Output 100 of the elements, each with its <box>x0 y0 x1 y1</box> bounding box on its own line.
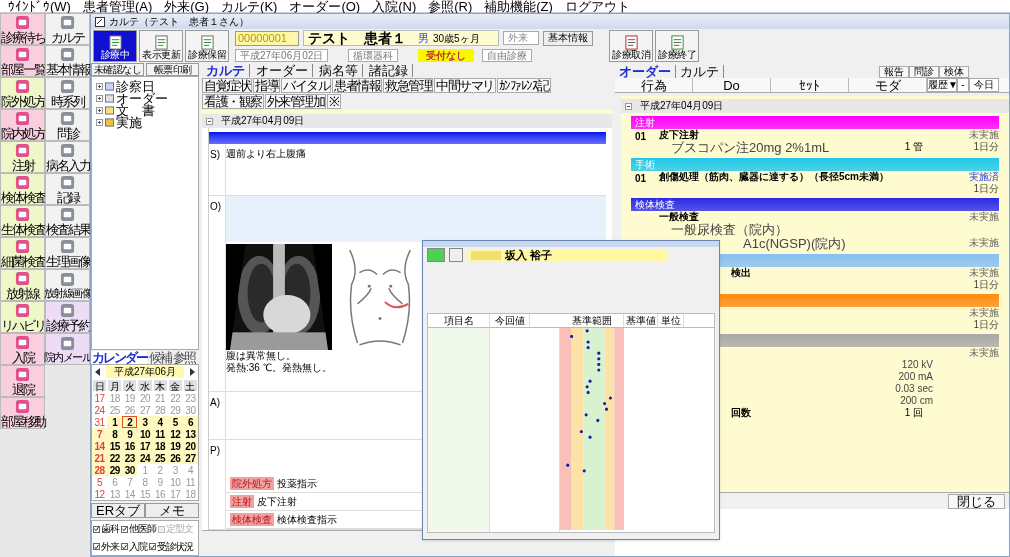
calendar-day[interactable]: 16 <box>122 440 138 452</box>
calendar-day[interactable]: 31 <box>92 416 108 428</box>
info-button[interactable]: 基本情報 <box>543 30 593 46</box>
sub-tab[interactable]: 自覚症状 <box>202 78 252 93</box>
insurance-dropdown[interactable]: 自由診療 <box>482 48 533 62</box>
calendar-day[interactable]: 9 <box>122 428 138 440</box>
pane-button[interactable]: 未確認なし <box>91 63 144 76</box>
toolbar-button[interactable] <box>449 248 463 262</box>
calendar-tab[interactable]: 参照 <box>173 351 195 364</box>
sub-tab[interactable]: ｶﾝﾌｧﾚﾝｽ記 <box>496 78 551 93</box>
expand-icon[interactable] <box>96 119 103 126</box>
launcher-button[interactable]: 放射線 <box>0 269 45 301</box>
launcher-button[interactable]: 生体検査 <box>0 205 45 237</box>
menu-item[interactable]: 外来(G) <box>164 0 210 13</box>
history-button[interactable]: 今日 <box>969 78 999 92</box>
collapse-icon[interactable] <box>206 117 213 125</box>
toolbar-button[interactable]: 表示更新 <box>139 30 183 62</box>
calendar-day[interactable]: 15 <box>107 440 123 452</box>
calendar-day[interactable]: 8 <box>107 428 123 440</box>
checkbox[interactable] <box>121 525 128 533</box>
launcher-button[interactable]: 細菌検査 <box>0 237 45 269</box>
sub-tab[interactable]: バイタル <box>281 78 331 93</box>
launcher-button[interactable]: 病名入力 <box>45 141 90 173</box>
launcher-button[interactable]: リハビリ <box>0 301 45 333</box>
calendar-day[interactable]: 24 <box>137 452 153 464</box>
next-month-icon[interactable] <box>188 368 196 376</box>
expand-icon[interactable] <box>96 83 103 90</box>
launcher-button[interactable]: 検査結果 <box>45 205 90 237</box>
calendar-day[interactable]: 22 <box>107 452 123 464</box>
toolbar-button[interactable]: 診療取消 <box>609 30 653 62</box>
launcher-button[interactable]: 時系列 <box>45 77 90 109</box>
menu-item[interactable]: 補助機能(Z) <box>484 0 553 13</box>
sub-tab[interactable]: 指導 <box>253 78 280 93</box>
calendar-day[interactable]: 28 <box>92 464 108 476</box>
pane-tab[interactable]: メモ <box>145 503 199 518</box>
toolbar-button[interactable]: 診療保留 <box>185 30 229 62</box>
launcher-button[interactable]: 部屋一覧 <box>0 45 45 77</box>
close-button[interactable]: 閉じる <box>948 493 1005 509</box>
launcher-button[interactable]: 検体検査 <box>0 173 45 205</box>
history-button[interactable]: - <box>957 78 969 92</box>
tree-item[interactable]: 診察日 <box>116 80 155 93</box>
pane-button[interactable]: 検体 <box>939 66 969 78</box>
tree-item[interactable]: 実施 <box>116 116 142 129</box>
patient-id-field[interactable] <box>471 250 501 260</box>
calendar-day[interactable]: 30 <box>122 464 138 476</box>
launcher-button[interactable]: 診療待ち <box>0 13 45 45</box>
launcher-button[interactable]: 診療予約 <box>45 301 90 333</box>
launcher-button[interactable]: 問診 <box>45 109 90 141</box>
date-field[interactable]: 平成27年06月02日 <box>235 48 329 62</box>
collapse-icon[interactable] <box>625 102 632 110</box>
calendar-day[interactable]: 10 <box>137 428 153 440</box>
tree-item[interactable]: オーダー <box>116 92 168 105</box>
checkbox[interactable] <box>93 543 100 551</box>
history-button[interactable]: 履歴▼ <box>927 78 957 92</box>
launcher-button[interactable]: 基本情報 <box>45 45 90 77</box>
launcher-button[interactable]: 入院 <box>0 333 45 365</box>
launcher-button[interactable]: 記録 <box>45 173 90 205</box>
launcher-button[interactable]: カルテ <box>45 13 90 45</box>
sub-tab[interactable]: 患者情報 <box>332 78 382 93</box>
menu-item[interactable]: オーダー(O) <box>289 0 361 13</box>
calendar-day[interactable]: 21 <box>92 452 108 464</box>
calendar-day[interactable]: 1 <box>107 416 123 428</box>
calendar-day[interactable]: 17 <box>137 440 153 452</box>
calendar-day[interactable]: 23 <box>122 452 138 464</box>
calendar-day[interactable]: 17 <box>92 392 108 404</box>
sub-tab[interactable]: 外来管理加 <box>264 94 326 109</box>
sub-tab[interactable]: 看護・観察 <box>202 94 264 109</box>
calendar-day[interactable]: 12 <box>92 488 108 500</box>
launcher-button[interactable]: 院外処方 <box>0 77 45 109</box>
checkbox[interactable] <box>93 525 100 533</box>
calendar-day[interactable]: 24 <box>92 404 108 416</box>
calendar-day[interactable]: 3 <box>137 416 153 428</box>
pane-button[interactable]: 帳票印刷 <box>146 63 199 76</box>
department-dropdown[interactable]: 循環器科 <box>348 48 399 62</box>
checkbox[interactable] <box>121 543 128 551</box>
calendar-tab[interactable]: カレンダー <box>92 351 147 364</box>
visit-type-dropdown[interactable]: 外来 <box>503 31 539 45</box>
tree-item[interactable]: 文 書 <box>116 104 155 117</box>
calendar-day[interactable]: 29 <box>107 464 123 476</box>
menu-item[interactable]: ログアウト <box>564 0 630 13</box>
calendar-day[interactable]: 7 <box>92 428 108 440</box>
launcher-button[interactable]: 生理画像 <box>45 237 90 269</box>
launcher-button[interactable]: 院内処方 <box>0 109 45 141</box>
calendar-tab[interactable]: 候補 <box>149 351 171 364</box>
expand-icon[interactable] <box>96 95 103 102</box>
expand-icon[interactable] <box>96 107 103 114</box>
toolbar-button[interactable]: 診療中 <box>93 30 137 62</box>
launcher-button[interactable]: 退院 <box>0 365 45 397</box>
launcher-button[interactable]: 注射 <box>0 141 45 173</box>
calendar-day[interactable]: 2 <box>122 416 138 428</box>
sub-tab[interactable]: 救急管理 <box>383 78 433 93</box>
toolbar-button[interactable]: 診療終了 <box>655 30 699 62</box>
pane-tab[interactable]: ERタブ <box>91 503 145 518</box>
launcher-button[interactable]: 部屋移動 <box>0 397 45 429</box>
sub-tab[interactable]: ※ <box>327 94 341 109</box>
checkbox[interactable] <box>149 543 156 551</box>
previous-month-icon[interactable] <box>94 368 102 376</box>
pane-button[interactable]: 報告 <box>879 66 909 78</box>
calendar-day[interactable]: 14 <box>92 440 108 452</box>
sub-tab[interactable]: 中間サマリ <box>434 78 496 93</box>
